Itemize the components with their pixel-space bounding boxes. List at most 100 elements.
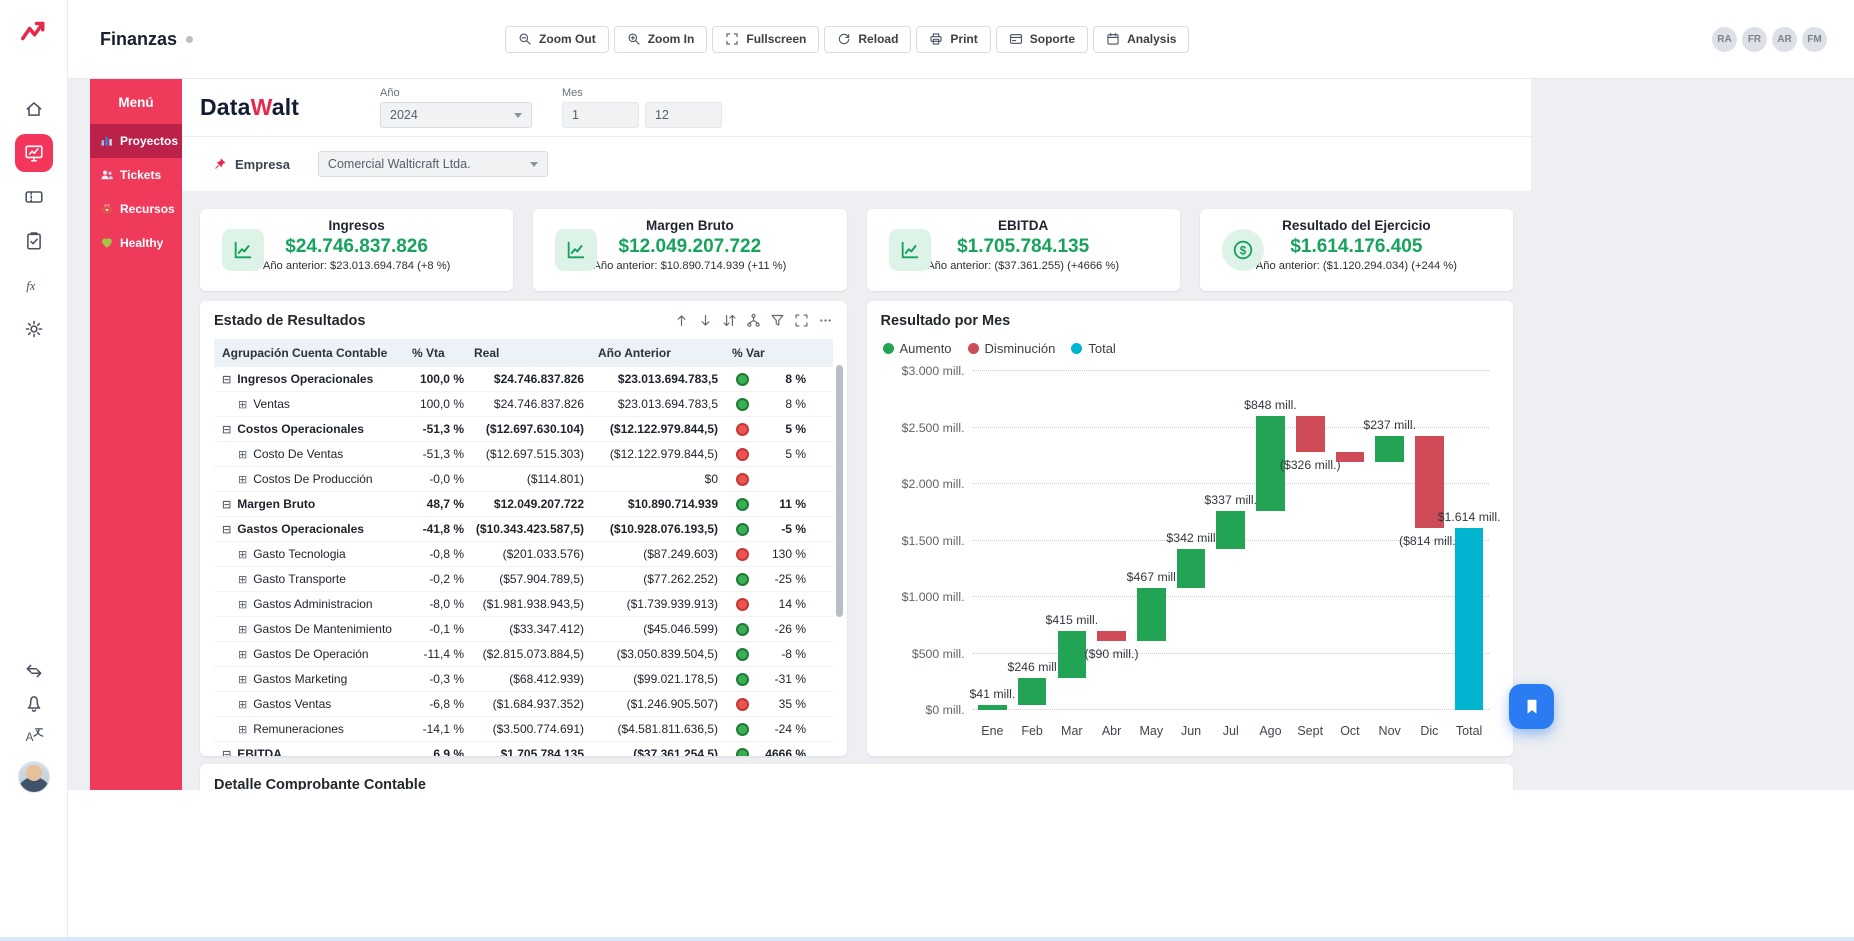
- month-to-input[interactable]: [645, 102, 722, 128]
- waterfall-bar-oct[interactable]: [1336, 452, 1365, 462]
- toolbar-button-zoom-out[interactable]: Zoom Out: [505, 26, 609, 53]
- focus-icon[interactable]: [794, 313, 809, 328]
- gridline: [973, 370, 1490, 371]
- month-from-input[interactable]: [562, 102, 639, 128]
- toolbar-button-print[interactable]: Print: [916, 26, 990, 53]
- avatar-chip-ar[interactable]: AR: [1771, 26, 1798, 53]
- table-row[interactable]: ⊞Gastos Administracion-8,0 %($1.981.938.…: [214, 592, 833, 617]
- table-row[interactable]: ⊟Margen Bruto48,7 %$12.049.207.722$10.89…: [214, 492, 833, 517]
- column-header-real[interactable]: Real: [464, 339, 588, 367]
- legend-item-disminuci-n[interactable]: Disminución: [968, 341, 1056, 356]
- table-row[interactable]: ⊞Costo De Ventas-51,3 %($12.697.515.303)…: [214, 442, 833, 467]
- sidebar-item-recursos[interactable]: Recursos: [90, 192, 182, 226]
- arrow-down-icon[interactable]: [698, 313, 713, 328]
- waterfall-bar-total[interactable]: [1455, 528, 1484, 710]
- column-header-vta[interactable]: % Vta: [402, 339, 464, 367]
- collapse-row-icon[interactable]: ⊟: [222, 748, 231, 757]
- tasks-icon[interactable]: [15, 222, 53, 260]
- row-name-cell: ⊞Gastos Ventas: [214, 697, 402, 711]
- table-row[interactable]: ⊟Gastos Operacionales-41,8 %($10.343.423…: [214, 517, 833, 542]
- collapse-row-icon[interactable]: ⊟: [222, 423, 231, 436]
- expand-row-icon[interactable]: ⊞: [238, 673, 247, 686]
- formula-icon[interactable]: fx: [15, 266, 53, 304]
- waterfall-bar-may[interactable]: [1137, 588, 1166, 641]
- expand-row-icon[interactable]: ⊞: [238, 448, 247, 461]
- waterfall-bar-jul[interactable]: [1216, 511, 1245, 549]
- avatar-chip-fr[interactable]: FR: [1741, 26, 1768, 53]
- user-avatar[interactable]: [18, 761, 50, 793]
- row-pct-sales-cell: -51,3 %: [402, 422, 464, 436]
- notifications-icon[interactable]: [18, 689, 50, 717]
- waterfall-bar-jun[interactable]: [1177, 549, 1206, 588]
- table-row[interactable]: ⊞Gasto Transporte-0,2 %($57.904.789,5)($…: [214, 567, 833, 592]
- expand-row-icon[interactable]: ⊞: [238, 573, 247, 586]
- expand-row-icon[interactable]: ⊞: [238, 723, 247, 736]
- bookmark-fab[interactable]: [1509, 684, 1554, 729]
- table-row[interactable]: ⊞Gasto Tecnologia-0,8 %($201.033.576)($8…: [214, 542, 833, 567]
- waterfall-bar-nov[interactable]: [1375, 436, 1404, 463]
- collapse-icon[interactable]: [18, 657, 50, 685]
- column-header-a-o-anterior[interactable]: Año Anterior: [588, 339, 722, 367]
- toolbar-button-soporte[interactable]: Soporte: [996, 26, 1088, 53]
- toolbar-button-analysis[interactable]: Analysis: [1093, 26, 1189, 53]
- dashboard-icon[interactable]: [15, 134, 53, 172]
- expand-row-icon[interactable]: ⊞: [238, 473, 247, 486]
- ticket-icon[interactable]: [15, 178, 53, 216]
- expand-row-icon[interactable]: ⊞: [238, 623, 247, 636]
- avatar-chip-fm[interactable]: FM: [1801, 26, 1828, 53]
- language-icon[interactable]: A: [18, 721, 50, 749]
- waterfall-bar-abr[interactable]: [1097, 631, 1126, 641]
- column-header-agrupaci-n-cuenta-contable[interactable]: Agrupación Cuenta Contable: [214, 339, 402, 367]
- avatar-chip-ra[interactable]: RA: [1711, 26, 1738, 53]
- table-row[interactable]: ⊞Remuneraciones-14,1 %($3.500.774.691)($…: [214, 717, 833, 742]
- table-row[interactable]: ⊞Gastos Ventas-6,8 %($1.684.937.352)($1.…: [214, 692, 833, 717]
- rail-main-icons: fx: [15, 90, 53, 354]
- toolbar-button-fullscreen[interactable]: Fullscreen: [712, 26, 819, 53]
- filter-icon[interactable]: [770, 313, 785, 328]
- sidebar-item-proyectos[interactable]: Proyectos: [90, 124, 182, 158]
- column-header-var[interactable]: % Var: [722, 339, 812, 367]
- expand-row-icon[interactable]: ⊞: [238, 398, 247, 411]
- table-row[interactable]: ⊞Ventas100,0 %$24.746.837.826$23.013.694…: [214, 392, 833, 417]
- table-row[interactable]: ⊞Gastos Marketing-0,3 %($68.412.939)($99…: [214, 667, 833, 692]
- expand-row-icon[interactable]: ⊞: [238, 698, 247, 711]
- table-row[interactable]: ⊞Gastos De Mantenimiento-0,1 %($33.347.4…: [214, 617, 833, 642]
- company-select[interactable]: Comercial Walticraft Ltda.: [318, 151, 548, 177]
- row-name-cell: ⊟Gastos Operacionales: [214, 522, 402, 536]
- sidebar-item-healthy[interactable]: Healthy: [90, 226, 182, 260]
- sort-icon[interactable]: [722, 313, 737, 328]
- table-row[interactable]: ⊟Costos Operacionales-51,3 %($12.697.630…: [214, 417, 833, 442]
- hierarchy-icon[interactable]: [746, 313, 761, 328]
- table-row[interactable]: ⊟EBITDA6,9 %$1.705.784.135($37.361.254,5…: [214, 742, 833, 756]
- table-scrollbar-thumb[interactable]: [836, 365, 843, 617]
- collapse-row-icon[interactable]: ⊟: [222, 498, 231, 511]
- legend-item-aumento[interactable]: Aumento: [883, 341, 952, 356]
- table-row[interactable]: ⊞Gastos De Operación-11,4 %($2.815.073.8…: [214, 642, 833, 667]
- table-row[interactable]: ⊞Costos De Producción-0,0 %($114.801)$0: [214, 467, 833, 492]
- collapse-row-icon[interactable]: ⊟: [222, 373, 231, 386]
- collapse-row-icon[interactable]: ⊟: [222, 523, 231, 536]
- app-logo-icon[interactable]: [17, 16, 51, 46]
- table-row[interactable]: ⊟Ingresos Operacionales100,0 %$24.746.83…: [214, 367, 833, 392]
- horizontal-scrollbar[interactable]: [0, 937, 1854, 941]
- more-icon[interactable]: [818, 313, 833, 328]
- main-area: DataWalt Año 2024 Mes Empresa C: [182, 79, 1531, 790]
- home-icon[interactable]: [15, 90, 53, 128]
- waterfall-bar-mar[interactable]: [1058, 631, 1087, 678]
- year-select[interactable]: 2024: [380, 102, 532, 128]
- sidebar-item-label: Healthy: [120, 236, 163, 250]
- sidebar-item-tickets[interactable]: Tickets: [90, 158, 182, 192]
- status-red-icon: [736, 473, 749, 486]
- settings-icon[interactable]: [15, 310, 53, 348]
- expand-row-icon[interactable]: ⊞: [238, 598, 247, 611]
- row-name-cell: ⊞Ventas: [214, 397, 402, 411]
- legend-item-total[interactable]: Total: [1071, 341, 1115, 356]
- waterfall-bar-ene[interactable]: [978, 705, 1007, 710]
- toolbar-button-zoom-in[interactable]: Zoom In: [614, 26, 708, 53]
- toolbar-button-reload[interactable]: Reload: [824, 26, 911, 53]
- expand-row-icon[interactable]: ⊞: [238, 548, 247, 561]
- arrow-up-icon[interactable]: [674, 313, 689, 328]
- expand-row-icon[interactable]: ⊞: [238, 648, 247, 661]
- waterfall-bar-feb[interactable]: [1018, 678, 1047, 706]
- waterfall-bar-sept[interactable]: [1296, 416, 1325, 453]
